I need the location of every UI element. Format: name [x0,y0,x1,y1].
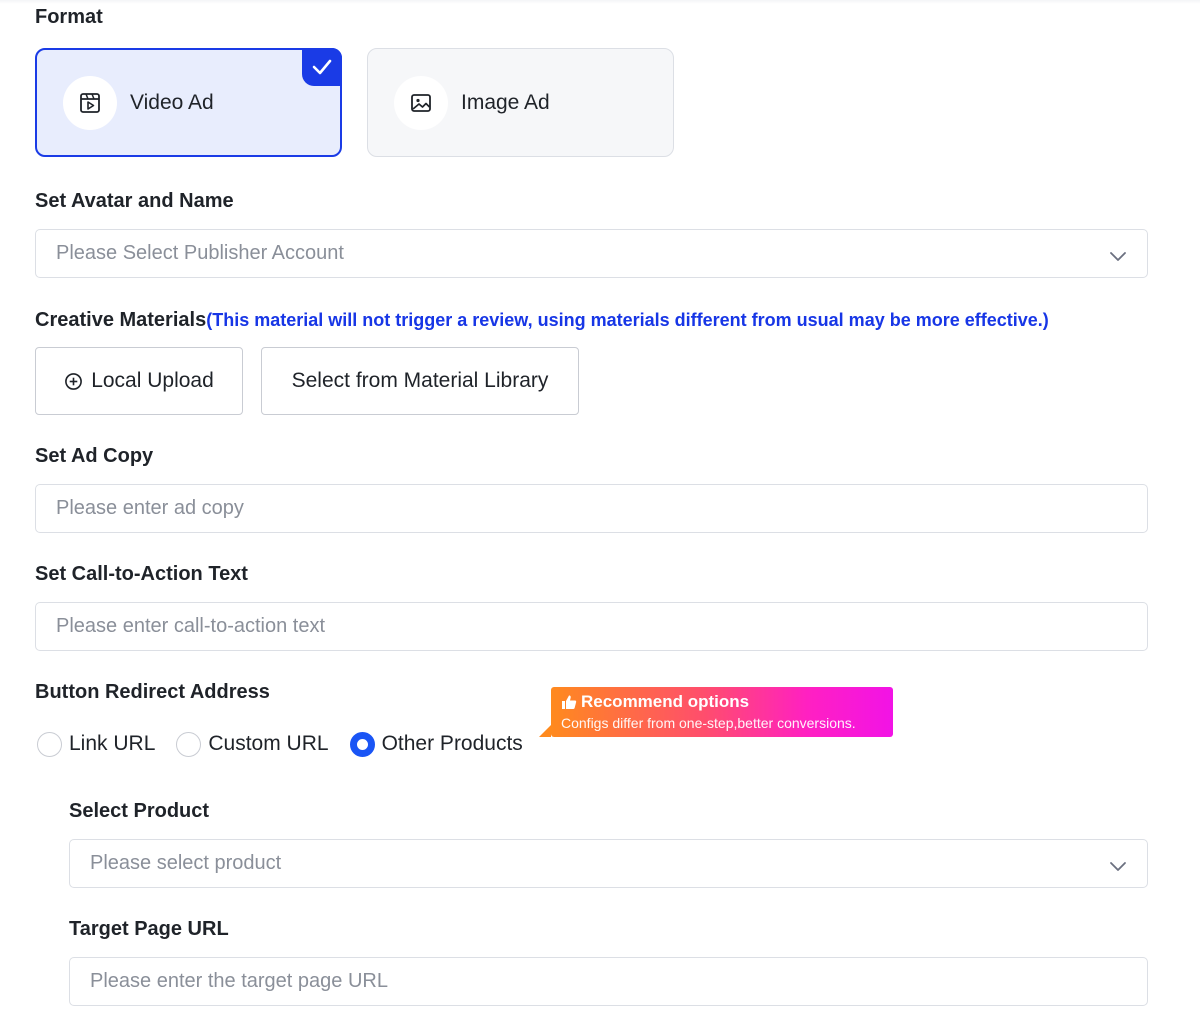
ad-copy-placeholder: Please enter ad copy [56,497,244,519]
image-icon [394,75,448,130]
creative-label-text: Creative Materials [35,309,207,331]
product-select[interactable]: Please select product [69,839,1148,888]
product-placeholder: Please select product [90,852,282,874]
cta-label: Set Call-to-Action Text [35,563,248,585]
local-upload-label: Local Upload [91,369,214,392]
material-library-button[interactable]: Select from Material Library [261,347,579,415]
radio-other-products-label: Other Products [381,732,523,755]
publisher-account-select[interactable]: Please Select Publisher Account [35,229,1148,278]
ad-copy-label: Set Ad Copy [35,445,154,467]
select-product-label: Select Product [69,800,210,822]
avatar-label: Set Avatar and Name [35,190,234,212]
radio-custom-url-label: Custom URL [208,732,329,755]
material-library-label: Select from Material Library [291,369,549,392]
selected-check-icon [302,48,342,86]
redirect-radio-group: Link URL Custom URL Other Products [37,730,544,758]
radio-circle-selected [349,731,375,757]
radio-circle [37,731,62,757]
radio-other-products[interactable]: Other Products [349,731,523,757]
plus-circle-icon [64,372,83,391]
recommend-badge: Recommend options Configs differ from on… [539,687,893,737]
radio-link-url-label: Link URL [69,732,156,755]
chevron-down-icon [1109,246,1127,269]
format-card-image-label: Image Ad [461,90,550,114]
format-card-video-label: Video Ad [130,90,214,114]
thumbs-up-icon [561,694,577,710]
cta-input[interactable]: Please enter call-to-action text [35,602,1148,651]
redirect-label: Button Redirect Address [35,681,270,703]
target-url-label: Target Page URL [69,918,229,940]
recommend-badge-title: Recommend options [581,692,750,711]
target-url-input[interactable]: Please enter the target page URL [69,957,1148,1006]
creative-note: (This material will not trigger a review… [206,310,1049,330]
radio-link-url[interactable]: Link URL [37,731,156,757]
radio-circle [176,731,202,757]
creative-label: Creative Materials(This material will no… [35,309,1049,332]
local-upload-button[interactable]: Local Upload [35,347,243,415]
video-icon [63,75,117,130]
ad-copy-input[interactable]: Please enter ad copy [35,484,1148,533]
cta-placeholder: Please enter call-to-action text [56,615,326,637]
format-label: Format [35,6,103,28]
publisher-account-placeholder: Please Select Publisher Account [56,242,344,264]
radio-custom-url[interactable]: Custom URL [176,731,329,757]
format-card-image[interactable]: Image Ad [367,48,674,157]
target-url-placeholder: Please enter the target page URL [90,970,388,992]
chevron-down-icon [1109,856,1127,879]
recommend-badge-subtitle: Configs differ from one-step,better conv… [561,715,856,731]
top-shadow [0,0,1200,4]
format-card-video[interactable]: Video Ad [35,48,342,157]
